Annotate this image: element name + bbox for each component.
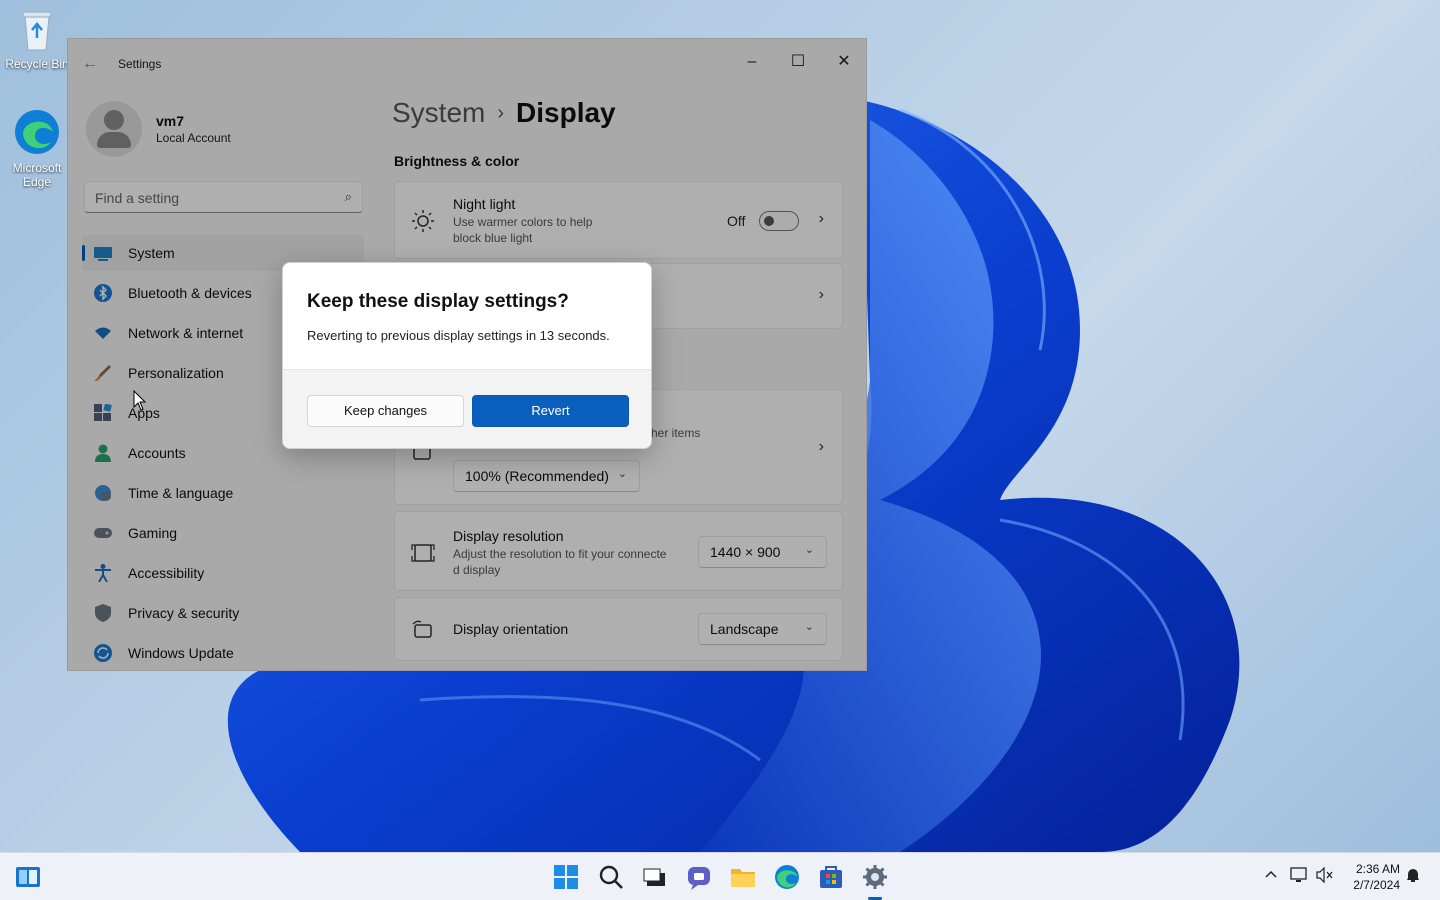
store-icon[interactable]: [817, 863, 845, 891]
desktop-icon-edge[interactable]: Microsoft Edge: [2, 108, 72, 189]
dialog-message: Reverting to previous display settings i…: [307, 328, 610, 343]
file-explorer-icon[interactable]: [729, 863, 757, 891]
clock-date: 2/7/2024: [1353, 878, 1400, 892]
clock[interactable]: 2:36 AM 2/7/2024: [1353, 861, 1400, 893]
edge-icon[interactable]: [773, 863, 801, 891]
dialog-footer: Keep changes Revert: [283, 369, 651, 448]
dialog-title: Keep these display settings?: [307, 291, 569, 312]
network-icon[interactable]: [1290, 867, 1308, 886]
volume-muted-icon[interactable]: [1316, 866, 1334, 886]
desktop-icon-label: Recycle Bin: [5, 57, 69, 71]
keep-display-settings-dialog: Keep these display settings? Reverting t…: [282, 262, 652, 449]
desktop-icon-label: Microsoft Edge: [12, 161, 62, 189]
notification-icon[interactable]: [1405, 867, 1421, 886]
mouse-cursor-icon: [133, 389, 147, 417]
task-view-icon[interactable]: [641, 863, 669, 891]
chevron-up-icon[interactable]: [1264, 867, 1278, 884]
chat-icon[interactable]: [685, 863, 713, 891]
keep-changes-button[interactable]: Keep changes: [307, 395, 464, 427]
clock-time: 2:36 AM: [1355, 862, 1400, 876]
search-icon[interactable]: [597, 863, 625, 891]
edge-icon: [2, 108, 72, 159]
start-icon[interactable]: [552, 863, 580, 891]
widgets-icon[interactable]: [14, 863, 42, 891]
revert-button[interactable]: Revert: [472, 395, 629, 427]
recycle-bin-icon: [2, 8, 72, 55]
desktop-icon-recycle-bin[interactable]: Recycle Bin: [2, 8, 72, 71]
taskbar: 2:36 AM 2/7/2024: [0, 852, 1440, 900]
settings-icon[interactable]: [861, 863, 889, 891]
